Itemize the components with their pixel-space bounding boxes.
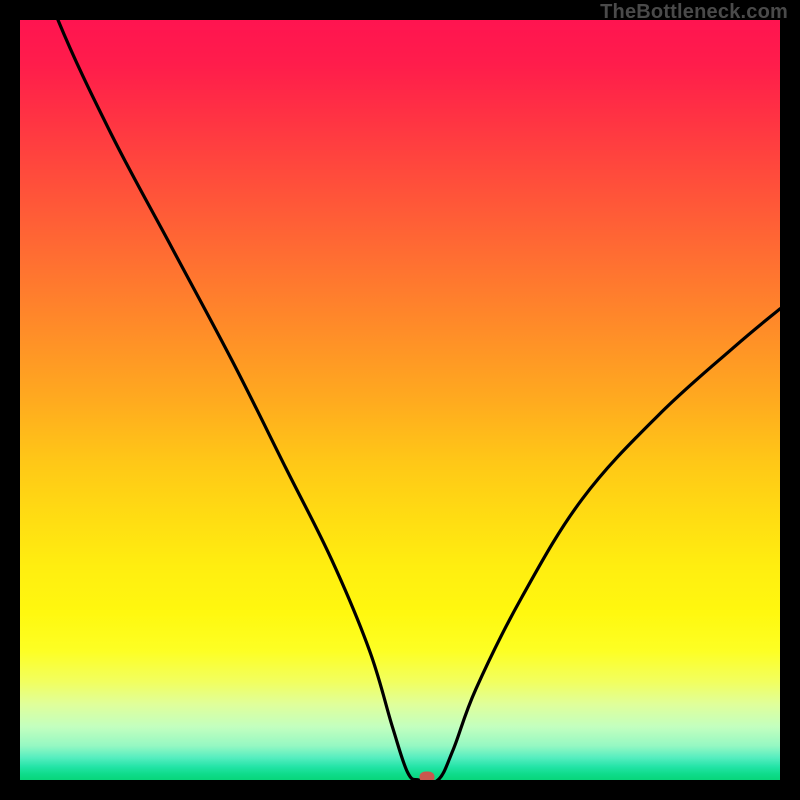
chart-frame: TheBottleneck.com [0,0,800,800]
plot-area [20,20,780,780]
watermark-text: TheBottleneck.com [600,1,788,24]
bottleneck-curve [20,20,780,780]
optimal-point-marker [419,772,434,781]
